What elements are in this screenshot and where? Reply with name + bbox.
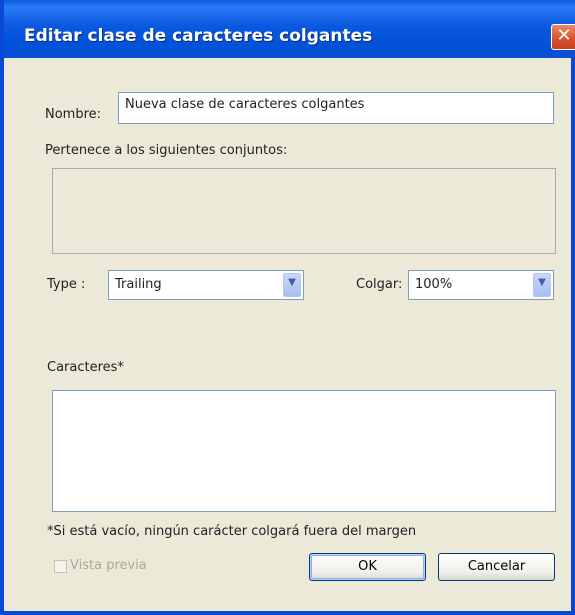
preview-checkbox[interactable] <box>54 560 67 573</box>
name-field-value: Nueva clase de caracteres colgantes <box>125 97 365 112</box>
name-label: Nombre: <box>45 107 102 122</box>
dialog-title: Editar clase de caracteres colgantes <box>24 26 373 46</box>
hang-label: Colgar: <box>356 277 403 292</box>
preview-label: Vista previa <box>70 558 147 573</box>
sets-list[interactable] <box>52 168 556 254</box>
hang-select[interactable]: 100% ▼ <box>408 270 554 300</box>
type-select-value: Trailing <box>115 277 162 292</box>
chars-label: Caracteres* <box>47 360 124 375</box>
chevron-down-icon[interactable]: ▼ <box>533 273 551 297</box>
sets-label: Pertenece a los siguientes conjuntos: <box>45 143 288 158</box>
cancel-button[interactable]: Cancelar <box>438 553 555 581</box>
chars-textarea[interactable] <box>52 390 556 512</box>
footnote: *Si está vacío, ningún carácter colgará … <box>47 524 417 539</box>
dialog-window: Editar clase de caracteres colgantes ✕ N… <box>0 0 575 615</box>
type-select[interactable]: Trailing ▼ <box>108 270 304 300</box>
ok-button[interactable]: OK <box>309 553 426 581</box>
name-field[interactable]: Nueva clase de caracteres colgantes <box>118 92 554 124</box>
close-icon[interactable]: ✕ <box>551 24 575 50</box>
chevron-down-icon[interactable]: ▼ <box>283 273 301 297</box>
type-label: Type : <box>47 277 86 292</box>
title-bar[interactable]: Editar clase de caracteres colgantes ✕ <box>4 0 575 58</box>
hang-select-value: 100% <box>415 277 453 292</box>
